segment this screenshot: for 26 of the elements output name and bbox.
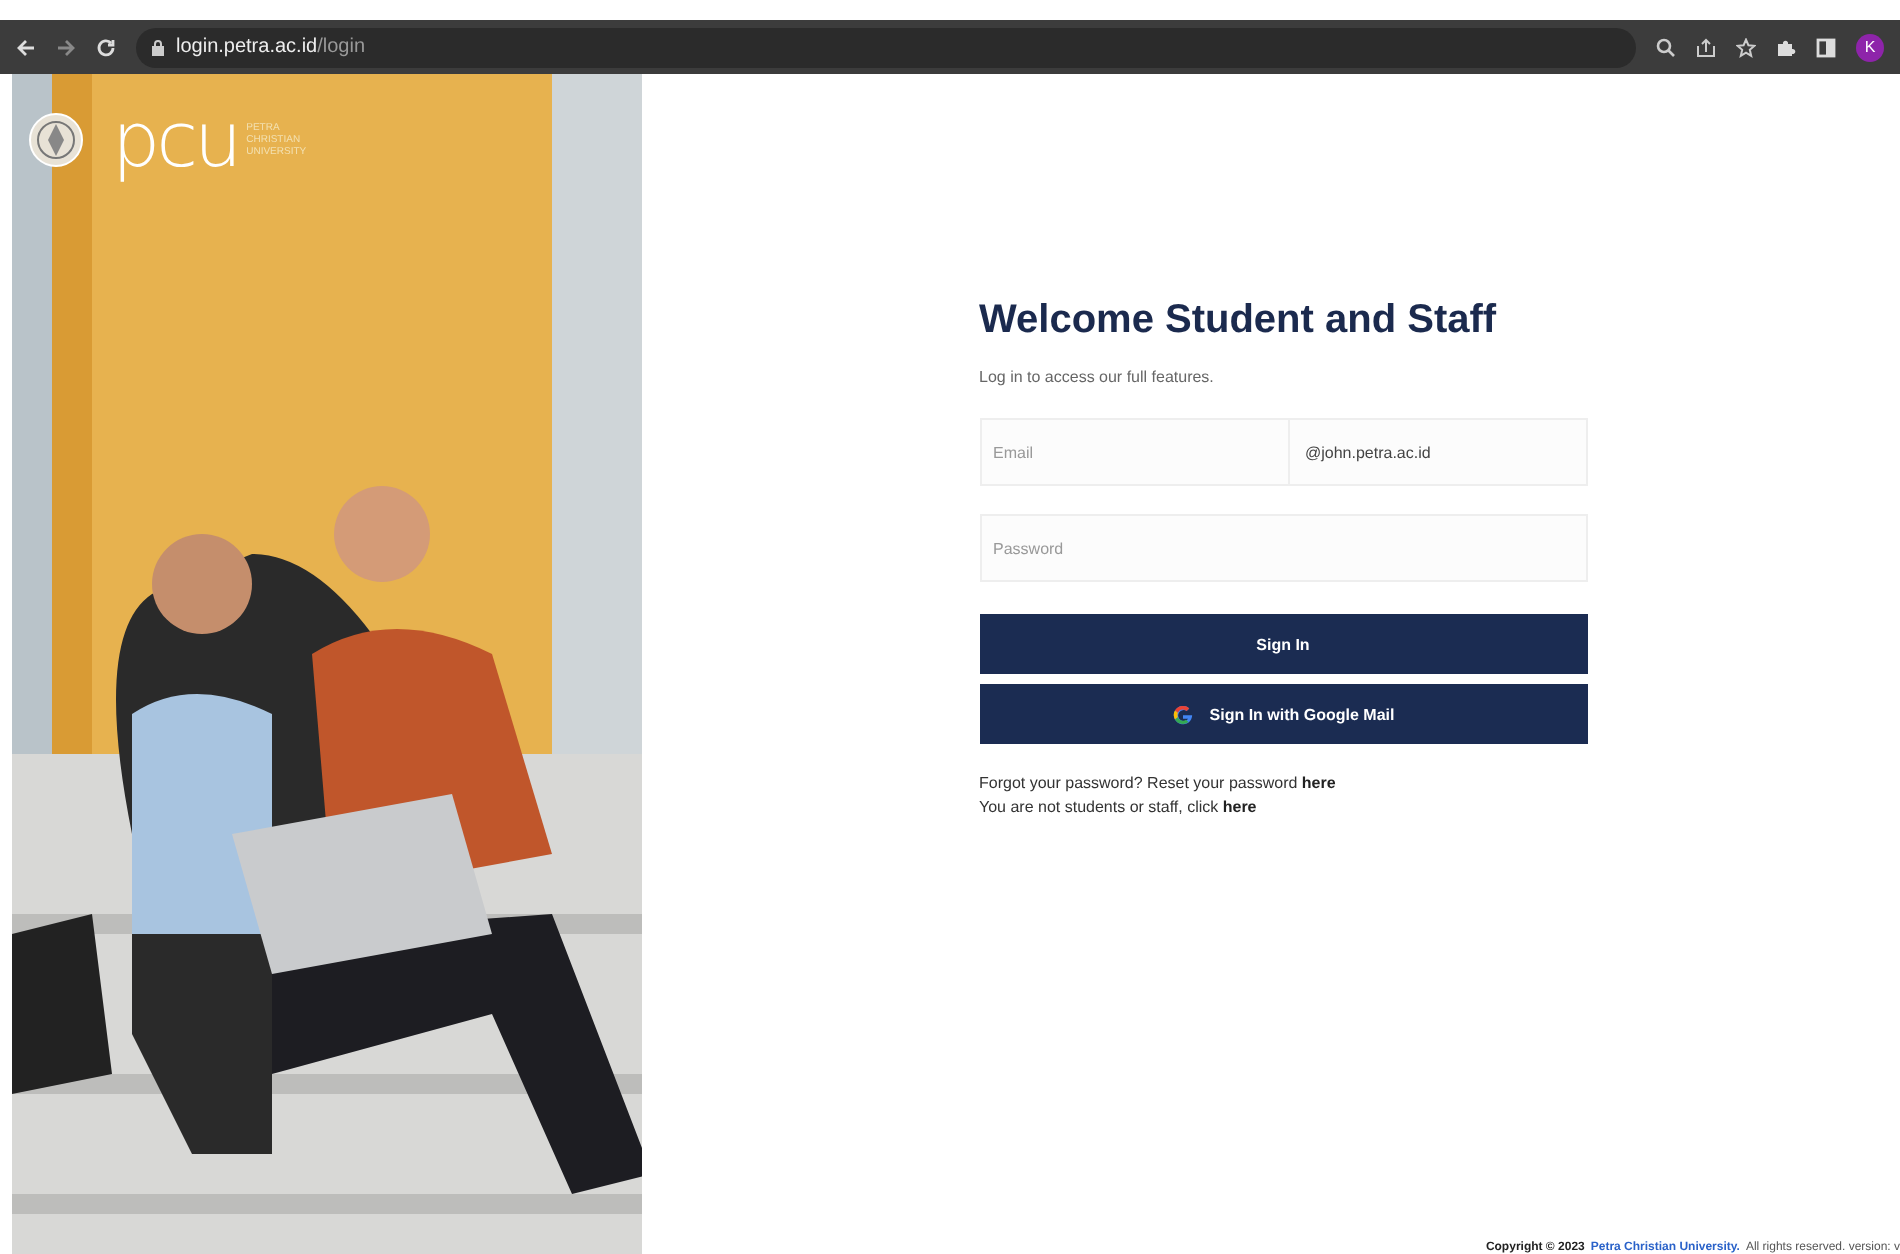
puzzle-icon[interactable] [1776,37,1796,57]
profile-avatar[interactable]: K [1856,33,1884,61]
star-icon[interactable] [1736,37,1756,57]
address-bar[interactable]: login.petra.ac.id/login [136,27,1636,67]
sign-in-button[interactable]: Sign In [979,614,1587,674]
email-domain: @john.petra.ac.id [1289,418,1587,486]
url-text: login.petra.ac.id/login [176,36,366,58]
help-text: Forgot your password? Reset your password [979,774,1300,792]
side-panel-icon[interactable] [1816,37,1836,57]
zoom-icon[interactable] [1656,37,1676,57]
share-icon[interactable] [1696,37,1716,57]
logo-mark: pcu [112,102,239,178]
welcome-title: Welcome Student and Staff [979,298,1499,344]
google-icon [1171,703,1194,725]
forward-icon[interactable] [56,37,76,57]
email-field[interactable]: Email [979,418,1289,486]
here-link[interactable]: here [1301,774,1336,792]
google-sign-in-button[interactable]: Sign In with Google Mail [979,684,1587,744]
lock-icon [152,39,164,55]
subtitle: Log in to access our full features. [979,368,1216,386]
help-text: You are not students or staff, click [979,798,1221,816]
back-icon[interactable] [16,37,36,57]
here-link[interactable]: here [1222,798,1257,816]
password-field[interactable]: Password [979,514,1587,582]
seal-icon [28,112,84,168]
reload-icon[interactable] [96,37,116,57]
